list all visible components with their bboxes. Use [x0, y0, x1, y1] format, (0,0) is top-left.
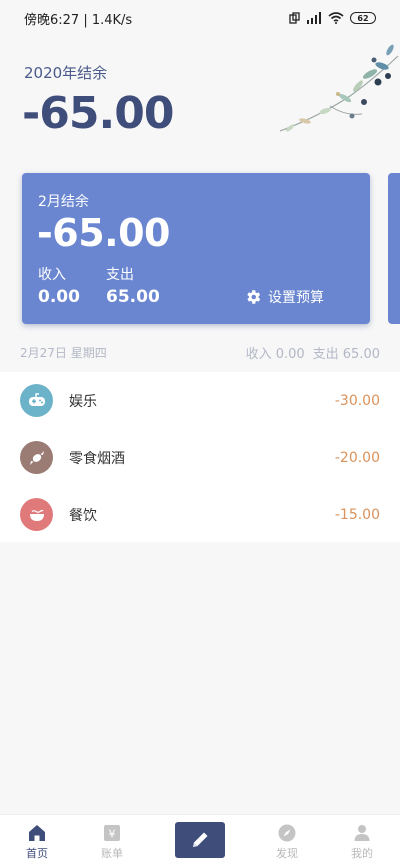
compass-icon — [278, 824, 296, 842]
nav-home-label: 首页 — [26, 847, 48, 860]
transaction-category: 零食烟酒 — [69, 450, 125, 467]
bowl-icon — [20, 498, 53, 531]
transaction-amount: -30.00 — [334, 392, 380, 409]
transaction-amount: -15.00 — [334, 506, 380, 523]
nav-discover-label: 发现 — [276, 847, 298, 860]
transaction-amount: -20.00 — [334, 449, 380, 466]
candy-icon — [20, 441, 53, 474]
nav-mine-label: 我的 — [351, 847, 373, 860]
day-expense: 支出 65.00 — [312, 347, 380, 362]
transaction-list: 娱乐 -30.00 零食烟酒 -20.00 餐饮 -15.00 — [0, 372, 400, 542]
svg-text:¥: ¥ — [109, 828, 116, 841]
status-bar: 傍晚6:27 | 1.4K/s 62 — [0, 0, 400, 36]
battery-indicator: 62 — [350, 12, 376, 24]
month-balance-amount: -65.00 — [37, 211, 170, 255]
expense-label: 支出 — [106, 267, 134, 283]
olive-branch-decoration — [279, 44, 399, 132]
yuan-bill-icon: ¥ — [104, 825, 120, 841]
set-budget-button[interactable]: 设置预算 — [244, 285, 324, 309]
income-label: 收入 — [38, 267, 66, 283]
nav-home[interactable]: 首页 — [7, 815, 67, 866]
month-summary-card[interactable]: 2月结余 -65.00 收入 0.00 支出 65.00 设置预算 — [22, 173, 370, 324]
nav-discover[interactable]: 发现 — [257, 815, 317, 866]
month-balance-label: 2月结余 — [38, 194, 89, 210]
home-icon — [29, 825, 45, 841]
signal-icon — [307, 12, 321, 24]
nav-bills[interactable]: ¥ 账单 — [82, 815, 142, 866]
gear-icon — [247, 290, 261, 304]
year-balance-label: 2020年结余 — [24, 64, 108, 82]
day-income: 收入 0.00 — [245, 347, 305, 362]
income-value: 0.00 — [38, 287, 80, 307]
transaction-category: 娱乐 — [69, 393, 97, 410]
day-summary: 收入 0.00 支出 65.00 — [246, 343, 380, 362]
expense-value: 65.00 — [106, 287, 160, 307]
next-card-peek[interactable] — [388, 173, 400, 324]
year-summary-header: 2020年结余 -65.00 — [0, 36, 400, 166]
list-item[interactable]: 娱乐 -30.00 — [0, 372, 400, 429]
set-budget-label: 设置预算 — [268, 290, 324, 306]
nav-mine[interactable]: 我的 — [332, 815, 392, 866]
gamepad-icon — [20, 384, 53, 417]
list-item[interactable]: 零食烟酒 -20.00 — [0, 429, 400, 486]
list-item[interactable]: 餐饮 -15.00 — [0, 486, 400, 543]
day-date: 2月27日 星期四 — [20, 346, 107, 360]
pencil-icon — [193, 832, 208, 847]
add-record-button[interactable] — [175, 822, 225, 858]
status-time: 傍晚6:27 | 1.4K/s — [24, 12, 133, 28]
user-icon — [354, 825, 370, 841]
year-balance-amount: -65.00 — [22, 88, 174, 139]
screen-rotate-icon — [289, 12, 300, 24]
status-icons: 62 — [288, 12, 376, 24]
transaction-category: 餐饮 — [69, 507, 97, 524]
nav-bills-label: 账单 — [101, 847, 123, 860]
wifi-icon — [328, 12, 344, 24]
bottom-nav: 首页 ¥ 账单 发现 我的 — [0, 814, 400, 866]
